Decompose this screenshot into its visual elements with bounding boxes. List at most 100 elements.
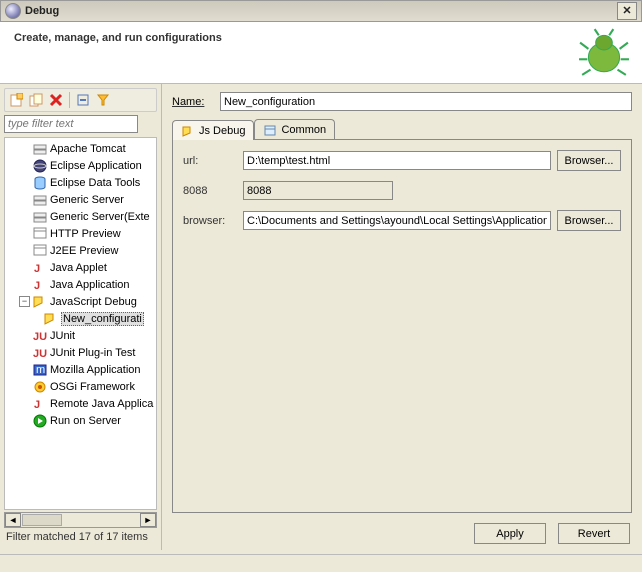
- tree-item-label: Remote Java Applica: [50, 398, 153, 410]
- eclipse-icon: [5, 3, 21, 19]
- js-icon: [43, 311, 59, 327]
- close-button[interactable]: ✕: [617, 2, 637, 20]
- tree-item[interactable]: JJava Application: [5, 276, 156, 293]
- db-icon: [32, 175, 48, 191]
- svg-text:JU: JU: [33, 331, 47, 343]
- duplicate-button[interactable]: [27, 91, 45, 109]
- tree-item[interactable]: J Java Applet: [5, 259, 156, 276]
- tree-item-label: HTTP Preview: [50, 228, 121, 240]
- junit-icon: JU: [32, 328, 48, 344]
- tree-item[interactable]: OSGi Framework: [5, 378, 156, 395]
- svg-text:J: J: [34, 280, 40, 292]
- tree-item-label: Run on Server: [50, 415, 121, 427]
- tree-item-label: JUnit: [50, 330, 75, 342]
- scroll-left-button[interactable]: ◄: [5, 513, 21, 527]
- tree-item-label: Eclipse Application: [50, 160, 142, 172]
- tree-item[interactable]: JUJUnit Plug-in Test: [5, 344, 156, 361]
- filter-input[interactable]: [4, 115, 138, 133]
- tree-item[interactable]: HTTP Preview: [5, 225, 156, 242]
- tab-jsdebug-label: Js Debug: [199, 125, 245, 137]
- tree-item-label: JavaScript Debug: [50, 296, 137, 308]
- window-title: Debug: [25, 5, 59, 17]
- collapse-all-button[interactable]: [74, 91, 92, 109]
- tree-item-label: Java Applet: [50, 262, 107, 274]
- tree-item-label: New_configurati: [61, 312, 144, 326]
- tree-item[interactable]: Generic Server: [5, 191, 156, 208]
- js-icon: [32, 294, 48, 310]
- horizontal-scrollbar[interactable]: ◄ ►: [4, 512, 157, 528]
- tab-jsdebug[interactable]: Js Debug: [172, 120, 254, 140]
- config-tree[interactable]: Apache Tomcat Eclipse Application Eclipse …: [4, 137, 157, 510]
- svg-text:J: J: [34, 399, 40, 411]
- browser-label: browser:: [183, 215, 237, 227]
- browser-browse-button[interactable]: Browser...: [557, 210, 621, 231]
- eclipse-icon: [32, 158, 48, 174]
- tree-item[interactable]: Apache Tomcat: [5, 140, 156, 157]
- tree-item[interactable]: JUJUnit: [5, 327, 156, 344]
- url-input[interactable]: [243, 151, 551, 170]
- debug-bug-icon: [578, 28, 630, 76]
- scroll-right-button[interactable]: ►: [140, 513, 156, 527]
- preview-icon: [32, 243, 48, 259]
- left-panel: Apache Tomcat Eclipse Application Eclipse …: [0, 84, 162, 550]
- java-icon: J: [32, 396, 48, 412]
- filter-status: Filter matched 17 of 17 items: [4, 528, 157, 546]
- tree-item[interactable]: − JavaScript Debug: [5, 293, 156, 310]
- apply-button[interactable]: Apply: [474, 523, 546, 544]
- tree-item-label: Eclipse Data Tools: [50, 177, 140, 189]
- config-toolbar: [4, 88, 157, 112]
- dialog-separator: [0, 554, 642, 555]
- tree-item[interactable]: Generic Server(Exte: [5, 208, 156, 225]
- common-icon: [263, 123, 277, 137]
- tree-child-item[interactable]: New_configurati: [5, 310, 156, 327]
- name-label: Name:: [172, 96, 220, 108]
- url-label: url:: [183, 155, 237, 167]
- svg-text:J: J: [34, 263, 40, 275]
- tree-item-label: JUnit Plug-in Test: [50, 347, 135, 359]
- tree-item[interactable]: Run on Server: [5, 412, 156, 429]
- js-icon: [181, 124, 195, 138]
- svg-text:m: m: [36, 364, 45, 376]
- server-icon: [32, 141, 48, 157]
- browser-input[interactable]: [243, 211, 551, 230]
- tree-item-label: Apache Tomcat: [50, 143, 126, 155]
- java-icon: J: [32, 277, 48, 293]
- tree-item-label: Mozilla Application: [50, 364, 141, 376]
- form-area: url: Browser... 8088 browser: Browser...: [172, 140, 632, 513]
- preview-icon: [32, 226, 48, 242]
- svg-text:JU: JU: [33, 348, 47, 360]
- new-config-button[interactable]: [7, 91, 25, 109]
- tree-item-label: J2EE Preview: [50, 245, 118, 257]
- tree-item[interactable]: m Mozilla Application: [5, 361, 156, 378]
- delete-button[interactable]: [47, 91, 65, 109]
- java-icon: J: [32, 260, 48, 276]
- server-icon: [32, 192, 48, 208]
- server-icon: [32, 209, 48, 225]
- revert-button[interactable]: Revert: [558, 523, 630, 544]
- url-browse-button[interactable]: Browser...: [557, 150, 621, 171]
- tree-item[interactable]: Eclipse Data Tools: [5, 174, 156, 191]
- banner-title: Create, manage, and run configurations: [14, 32, 628, 44]
- junit-icon: JU: [32, 345, 48, 361]
- tree-item-label: Generic Server: [50, 194, 124, 206]
- filter-menu-button[interactable]: [94, 91, 112, 109]
- tree-item[interactable]: Eclipse Application: [5, 157, 156, 174]
- tab-row: Js Debug Common: [172, 119, 632, 140]
- tree-item-label: Generic Server(Exte: [50, 211, 150, 223]
- port-label: 8088: [183, 185, 237, 197]
- scroll-thumb[interactable]: [22, 514, 62, 526]
- tab-common-label: Common: [281, 124, 326, 136]
- tab-common[interactable]: Common: [254, 119, 335, 139]
- expander-icon[interactable]: −: [19, 296, 30, 307]
- tree-item[interactable]: J2EE Preview: [5, 242, 156, 259]
- run-icon: [32, 413, 48, 429]
- right-panel: Name: Js Debug Common url: Browser... 80…: [162, 84, 642, 550]
- name-input[interactable]: [220, 92, 632, 111]
- tree-item[interactable]: J Remote Java Applica: [5, 395, 156, 412]
- banner: Create, manage, and run configurations: [0, 22, 642, 84]
- tree-item-label: OSGi Framework: [50, 381, 135, 393]
- title-bar: Debug ✕: [0, 0, 642, 22]
- port-input: [243, 181, 393, 200]
- osgi-icon: [32, 379, 48, 395]
- mozilla-icon: m: [32, 362, 48, 378]
